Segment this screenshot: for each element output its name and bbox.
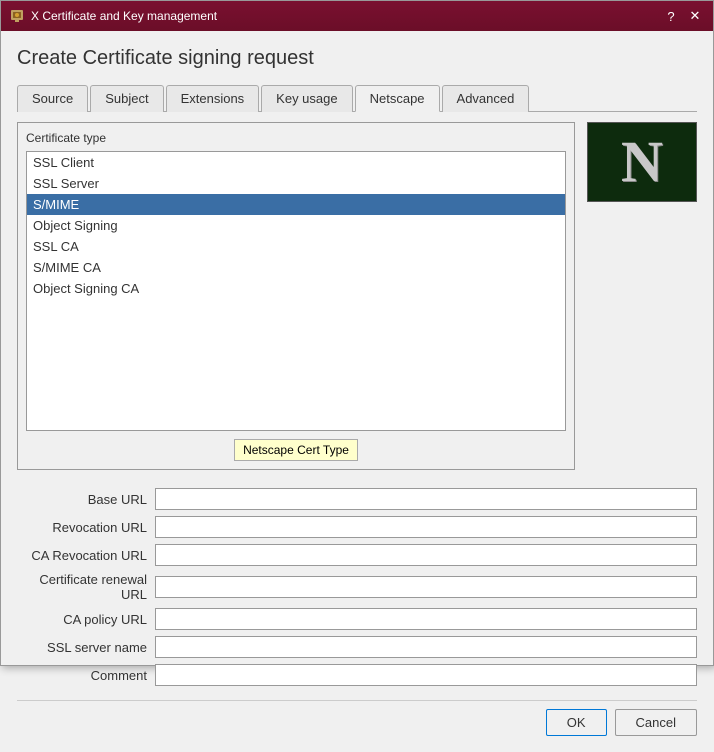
main-area: Certificate type SSL Client SSL Server S… [17, 122, 697, 470]
title-bar: X Certificate and Key management ? ✕ [1, 1, 713, 31]
label-ssl-server-name: SSL server name [17, 640, 147, 655]
input-ca-revocation-url[interactable] [155, 544, 697, 566]
title-bar-controls: ? ✕ [661, 6, 705, 26]
input-revocation-url[interactable] [155, 516, 697, 538]
input-cert-renewal-url[interactable] [155, 576, 697, 598]
label-cert-renewal-url: Certificate renewal URL [17, 572, 147, 602]
field-row-comment: Comment [17, 664, 697, 686]
tab-key-usage[interactable]: Key usage [261, 85, 352, 112]
right-panel: N [587, 122, 697, 470]
list-item-ssl-client[interactable]: SSL Client [27, 152, 565, 173]
field-row-ca-policy-url: CA policy URL [17, 608, 697, 630]
field-row-cert-renewal-url: Certificate renewal URL [17, 572, 697, 602]
input-ssl-server-name[interactable] [155, 636, 697, 658]
list-item-ssl-ca[interactable]: SSL CA [27, 236, 565, 257]
cert-type-label: Certificate type [26, 131, 566, 145]
netscape-n-letter: N [621, 133, 663, 191]
tabs-row: Source Subject Extensions Key usage Nets… [17, 84, 697, 112]
title-bar-left: X Certificate and Key management [9, 8, 217, 24]
list-item-object-signing-ca[interactable]: Object Signing CA [27, 278, 565, 299]
tab-advanced[interactable]: Advanced [442, 85, 530, 112]
input-ca-policy-url[interactable] [155, 608, 697, 630]
cert-type-group: Certificate type SSL Client SSL Server S… [17, 122, 575, 470]
cert-type-list: SSL Client SSL Server S/MIME Object Sign… [26, 151, 566, 431]
label-comment: Comment [17, 668, 147, 683]
left-panel: Certificate type SSL Client SSL Server S… [17, 122, 575, 470]
cancel-button[interactable]: Cancel [615, 709, 697, 736]
list-item-ssl-server[interactable]: SSL Server [27, 173, 565, 194]
tab-subject[interactable]: Subject [90, 85, 163, 112]
label-ca-policy-url: CA policy URL [17, 612, 147, 627]
fields-area: Base URL Revocation URL CA Revocation UR… [17, 488, 697, 686]
help-button[interactable]: ? [661, 6, 681, 26]
tab-source[interactable]: Source [17, 85, 88, 112]
field-row-revocation-url: Revocation URL [17, 516, 697, 538]
ok-button[interactable]: OK [546, 709, 607, 736]
label-ca-revocation-url: CA Revocation URL [17, 548, 147, 563]
close-button[interactable]: ✕ [685, 6, 705, 26]
input-comment[interactable] [155, 664, 697, 686]
tab-extensions[interactable]: Extensions [166, 85, 260, 112]
label-revocation-url: Revocation URL [17, 520, 147, 535]
field-row-ssl-server-name: SSL server name [17, 636, 697, 658]
field-row-ca-revocation-url: CA Revocation URL [17, 544, 697, 566]
cert-type-tooltip: Netscape Cert Type [234, 439, 358, 461]
tab-netscape[interactable]: Netscape [355, 85, 440, 112]
label-base-url: Base URL [17, 492, 147, 507]
content-area: Create Certificate signing request Sourc… [1, 31, 713, 752]
list-item-smime-ca[interactable]: S/MIME CA [27, 257, 565, 278]
window-title: X Certificate and Key management [31, 9, 217, 23]
page-title: Create Certificate signing request [17, 47, 697, 70]
main-window: X Certificate and Key management ? ✕ Cre… [0, 0, 714, 666]
list-item-smime[interactable]: S/MIME [27, 194, 565, 215]
netscape-logo: N [587, 122, 697, 202]
app-icon [9, 8, 25, 24]
field-row-base-url: Base URL [17, 488, 697, 510]
list-item-object-signing[interactable]: Object Signing [27, 215, 565, 236]
input-base-url[interactable] [155, 488, 697, 510]
button-bar: OK Cancel [17, 700, 697, 736]
